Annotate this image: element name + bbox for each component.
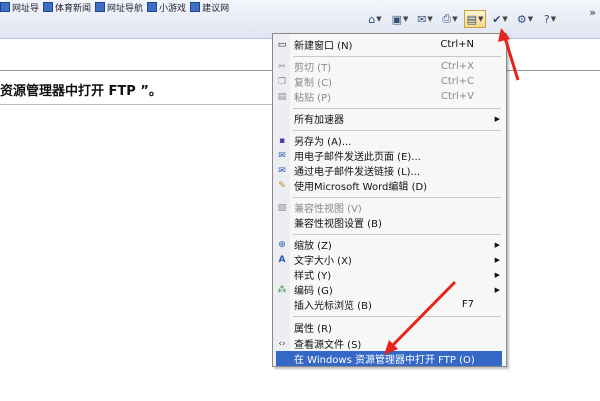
- favorite-link[interactable]: 建议网: [190, 0, 229, 14]
- menu-item-new-window[interactable]: ▭ 新建窗口 (N) Ctrl+N: [273, 37, 506, 52]
- mail-icon: ✉: [278, 165, 286, 176]
- page-icon: [190, 2, 201, 12]
- chevron-down-icon: ▼: [427, 15, 433, 23]
- print-icon: ⎙: [442, 12, 452, 25]
- submenu-arrow-icon: ▶: [494, 240, 500, 249]
- menu-item-style[interactable]: 样式 (Y) ▶: [273, 267, 506, 283]
- safety-icon: ✔: [492, 12, 502, 26]
- chevron-down-icon: ▼: [502, 15, 508, 23]
- menu-item-view-source[interactable]: ‹› 查看源文件 (S): [273, 336, 506, 352]
- menu-item-edit-word[interactable]: ✎ 使用Microsoft Word编辑 (D): [273, 178, 506, 194]
- feeds-button[interactable]: ▣ ▼: [389, 10, 411, 28]
- favorite-link[interactable]: 网址导: [0, 0, 39, 14]
- chevron-down-icon: ▼: [403, 15, 409, 23]
- menu-separator: [293, 108, 501, 109]
- mail-button[interactable]: ✉ ▼: [414, 10, 436, 28]
- chevron-down-icon: ▼: [550, 15, 557, 23]
- clipboard-icon: ▤: [277, 91, 287, 102]
- encoding-icon: ⁂: [277, 284, 287, 295]
- page-menu-button[interactable]: ▤ ▼: [464, 10, 486, 28]
- submenu-arrow-icon: ▶: [494, 255, 500, 264]
- submenu-arrow-icon: ▶: [494, 114, 500, 123]
- mail-icon: ✉: [278, 150, 286, 161]
- zoom-icon: ⊕: [278, 239, 286, 250]
- favorite-link[interactable]: 网址导航: [95, 0, 143, 14]
- page-context-menu: ▭ 新建窗口 (N) Ctrl+N ✂ 剪切 (T) Ctrl+X ❐ 复制 (…: [272, 33, 507, 367]
- menu-item-cut: ✂ 剪切 (T) Ctrl+X: [278, 61, 474, 74]
- window-icon: ▭: [277, 39, 287, 50]
- compat-view-icon: ▧: [277, 202, 287, 213]
- page-icon: [147, 2, 158, 12]
- menu-item-copy: ❐ 复制 (C) Ctrl+C: [277, 76, 474, 89]
- menu-item-properties[interactable]: 属性 (R): [273, 320, 506, 335]
- menu-item-email-page[interactable]: ✉ 用电子邮件发送此页面 (E)...: [273, 148, 506, 164]
- menu-item-email-link[interactable]: ✉ 通过电子邮件发送链接 (L)...: [273, 163, 506, 179]
- menu-separator: [293, 234, 501, 235]
- page-icon: [0, 2, 10, 12]
- page-divider: [0, 104, 272, 105]
- menu-separator: [293, 130, 501, 131]
- pencil-icon: ✎: [278, 180, 286, 191]
- toolbar-overflow-button[interactable]: »: [589, 6, 596, 19]
- feeds-icon: ▣: [391, 12, 402, 26]
- menu-separator: [293, 197, 501, 198]
- menu-item-compat-view: ▧ 兼容性视图 (V): [277, 202, 362, 216]
- tools-icon: ⚙: [516, 12, 527, 26]
- menu-separator: [293, 56, 501, 57]
- menu-item-save-as[interactable]: ▪ 另存为 (A)...: [273, 133, 506, 149]
- menu-item-compat-settings[interactable]: 兼容性视图设置 (B): [273, 215, 506, 230]
- favorites-bar: 网址导 体育新闻 网址导航 小游戏 建议网: [0, 0, 340, 14]
- chevron-down-icon: ▼: [478, 15, 484, 23]
- home-button[interactable]: ⌂ ▼: [364, 10, 386, 28]
- menu-item-zoom[interactable]: ⊕ 缩放 (Z) ▶: [273, 237, 506, 253]
- mail-icon: ✉: [417, 12, 427, 26]
- submenu-arrow-icon: ▶: [494, 270, 500, 279]
- command-bar: ⌂ ▼ ▣ ▼ ✉ ▼ ⎙ ▼ ▤ ▼ ✔ ▼ ⚙ ▼ ? ▼: [364, 10, 561, 28]
- source-code-icon: ‹›: [278, 338, 286, 349]
- page-icon: ▤: [466, 12, 477, 26]
- tools-button[interactable]: ⚙ ▼: [514, 10, 536, 28]
- menu-item-accelerators[interactable]: 所有加速器 ▶: [273, 111, 506, 127]
- menu-item-text-size[interactable]: A 文字大小 (X) ▶: [273, 252, 506, 268]
- menu-item-encoding[interactable]: ⁂ 编码 (G) ▶: [273, 282, 506, 298]
- chevron-down-icon: ▼: [527, 15, 534, 23]
- favorite-link[interactable]: 体育新闻: [43, 0, 91, 14]
- page-body-text: 资源管理器中打开 FTP ”。: [0, 84, 162, 99]
- chevron-down-icon: ▼: [452, 15, 458, 23]
- copy-icon: ❐: [277, 76, 287, 87]
- menu-item-open-ftp-explorer[interactable]: 在 Windows 资源管理器中打开 FTP (O): [276, 351, 502, 366]
- help-button[interactable]: ? ▼: [539, 10, 561, 28]
- submenu-arrow-icon: ▶: [494, 285, 500, 294]
- safety-button[interactable]: ✔ ▼: [489, 10, 511, 28]
- chevron-down-icon: ▼: [376, 15, 382, 23]
- help-icon: ?: [543, 12, 550, 26]
- page-icon: [95, 2, 106, 12]
- text-size-icon: A: [278, 254, 286, 265]
- save-icon: ▪: [278, 135, 286, 146]
- menu-item-paste: ▤ 粘贴 (P) Ctrl+V: [277, 91, 474, 104]
- print-button[interactable]: ⎙ ▼: [439, 10, 461, 28]
- home-icon: ⌂: [368, 12, 376, 26]
- menu-item-caret-browsing[interactable]: 插入光标浏览 (B) F7: [273, 297, 506, 312]
- menu-separator: [293, 316, 501, 317]
- scissors-icon: ✂: [278, 61, 286, 72]
- favorite-link[interactable]: 小游戏: [147, 0, 186, 14]
- page-icon: [43, 2, 54, 12]
